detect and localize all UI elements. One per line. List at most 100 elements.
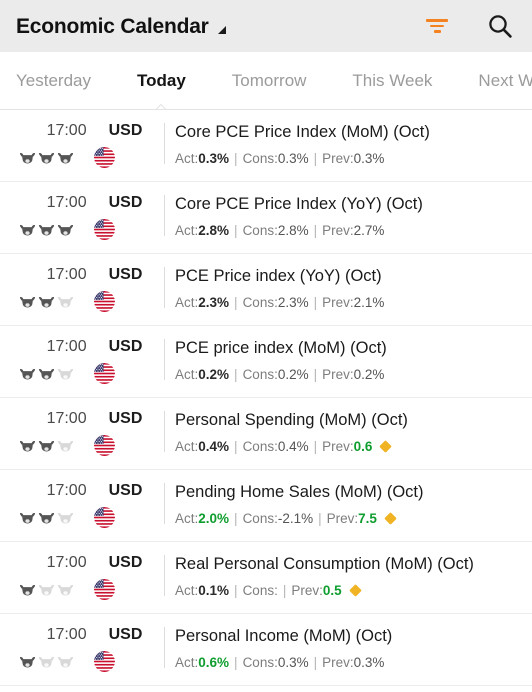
previous-value: 0.2% (353, 366, 385, 382)
volatility-flag-line (0, 579, 155, 600)
event-row[interactable]: 17:00 USD Real Personal Consumption (MoM) … (0, 542, 532, 614)
actual-label: Act: (175, 582, 199, 598)
consensus-value: 0.4% (277, 438, 309, 454)
actual-label: Act: (175, 654, 199, 670)
tab-yesterday[interactable]: Yesterday (16, 71, 91, 91)
volatility-rating (14, 583, 74, 597)
event-currency: USD (108, 122, 143, 139)
event-row[interactable]: 17:00 USD PCE Price index (YoY) (Oct) Act: … (0, 254, 532, 326)
event-row[interactable]: 17:00 USD Core PCE Price Index (MoM) (Oct)… (0, 110, 532, 182)
consensus-value: 0.2% (277, 366, 309, 382)
event-time: 17:00 (46, 626, 87, 643)
event-time: 17:00 (46, 554, 87, 571)
previous-value: 0.6 (353, 438, 373, 454)
event-meta-column: 17:00 USD (0, 410, 165, 456)
time-currency-line: 17:00 USD (0, 194, 155, 212)
consensus-label: Cons: (242, 222, 278, 238)
previous-value: 0.5 (322, 582, 342, 598)
revised-diamond-icon[interactable] (348, 583, 362, 597)
event-detail-column: Personal Spending (MoM) (Oct) Act: 0.4% | C… (165, 410, 532, 454)
volatility-rating (14, 439, 74, 453)
tab-tomorrow[interactable]: Tomorrow (232, 71, 307, 91)
event-row[interactable]: 17:00 USD Core PCE Price Index (YoY) (Oct)… (0, 182, 532, 254)
tab-label: Tomorrow (231, 70, 307, 90)
tab-today[interactable]: Today (136, 70, 186, 109)
event-detail-column: PCE price index (MoM) (Oct) Act: 0.2% | Con… (165, 338, 532, 382)
previous-label: Prev: (322, 654, 354, 670)
bull-icon (19, 223, 36, 237)
bull-icon (38, 151, 55, 165)
revised-diamond-icon[interactable] (379, 439, 393, 453)
actual-label: Act: (175, 366, 199, 382)
actual-value: 0.6% (198, 654, 230, 670)
stat-separator: | (313, 438, 318, 454)
previous-label: Prev: (322, 222, 354, 238)
stat-separator: | (313, 294, 318, 310)
caret-down-icon[interactable] (217, 26, 226, 34)
event-title: PCE price index (MoM) (Oct) (175, 339, 387, 357)
bull-icon (19, 439, 36, 453)
stat-separator: | (234, 222, 238, 238)
stat-separator: | (313, 366, 318, 382)
tab-this-week[interactable]: This Week (352, 71, 432, 91)
event-meta-column: 17:00 USD (0, 482, 165, 528)
tab-label: Yesterday (16, 70, 91, 90)
event-meta-column: 17:00 USD (0, 122, 165, 168)
event-stats: Act: 0.4% | Cons: 0.4% | Prev: 0.6 (175, 439, 532, 454)
event-row[interactable]: 17:00 USD Pending Home Sales (MoM) (Oct) Ac… (0, 470, 532, 542)
us-flag-icon (94, 363, 115, 384)
us-flag-icon (94, 651, 115, 672)
active-tab-caret-icon (154, 104, 169, 109)
event-title: PCE Price index (YoY) (Oct) (175, 267, 382, 285)
filter-bar-1 (426, 19, 448, 22)
stat-separator: | (313, 222, 318, 238)
previous-value: 0.3% (353, 150, 385, 166)
us-flag-icon (94, 219, 115, 240)
event-meta-column: 17:00 USD (0, 338, 165, 384)
volatility-flag-line (0, 507, 155, 528)
actual-value: 0.2% (198, 366, 230, 382)
event-detail-column: Real Personal Consumption (MoM) (Oct) Act… (165, 554, 532, 598)
volatility-flag-line (0, 435, 155, 456)
search-icon[interactable] (486, 12, 514, 40)
tab-label: Today (136, 70, 186, 90)
bull-icon (19, 367, 36, 381)
actual-value: 2.0% (198, 510, 230, 526)
time-currency-line: 17:00 USD (0, 482, 155, 500)
actual-value: 0.4% (198, 438, 230, 454)
event-meta-column: 17:00 USD (0, 194, 165, 240)
consensus-label: Cons: (242, 582, 278, 598)
us-flag-icon (94, 435, 115, 456)
consensus-label: Cons: (242, 510, 278, 526)
actual-label: Act: (175, 294, 199, 310)
event-title: Core PCE Price Index (YoY) (Oct) (175, 195, 423, 213)
volatility-flag-line (0, 219, 155, 240)
revised-diamond-icon[interactable] (384, 511, 397, 525)
event-row[interactable]: 17:00 USD Personal Spending (MoM) (Oct) Act… (0, 398, 532, 470)
time-currency-line: 17:00 USD (0, 410, 155, 428)
previous-value: 2.1% (353, 294, 385, 310)
bull-icon (57, 511, 74, 525)
stat-separator: | (234, 150, 238, 166)
consensus-value: 2.3% (277, 294, 309, 310)
event-time: 17:00 (46, 410, 87, 427)
stat-separator: | (234, 438, 238, 454)
economic-event-list: 17:00 USD Core PCE Price Index (MoM) (Oct)… (0, 110, 532, 686)
event-row[interactable]: 17:00 USD PCE price index (MoM) (Oct) Act: … (0, 326, 532, 398)
event-row[interactable]: 17:00 USD Personal Income (MoM) (Oct) Act: … (0, 614, 532, 686)
bull-icon (38, 367, 55, 381)
stat-separator: | (318, 510, 322, 526)
consensus-value: 2.8% (277, 222, 309, 238)
filter-icon[interactable] (424, 13, 450, 39)
tab-next-week[interactable]: Next Week (478, 71, 532, 91)
consensus-label: Cons: (242, 366, 278, 382)
time-currency-line: 17:00 USD (0, 266, 155, 284)
volatility-rating (14, 295, 74, 309)
bull-icon (38, 583, 55, 597)
event-time: 17:00 (46, 122, 87, 139)
us-flag-icon (94, 147, 115, 168)
actual-value: 0.3% (198, 150, 230, 166)
volatility-rating (14, 367, 74, 381)
time-currency-line: 17:00 USD (0, 626, 155, 644)
bull-icon (38, 439, 55, 453)
